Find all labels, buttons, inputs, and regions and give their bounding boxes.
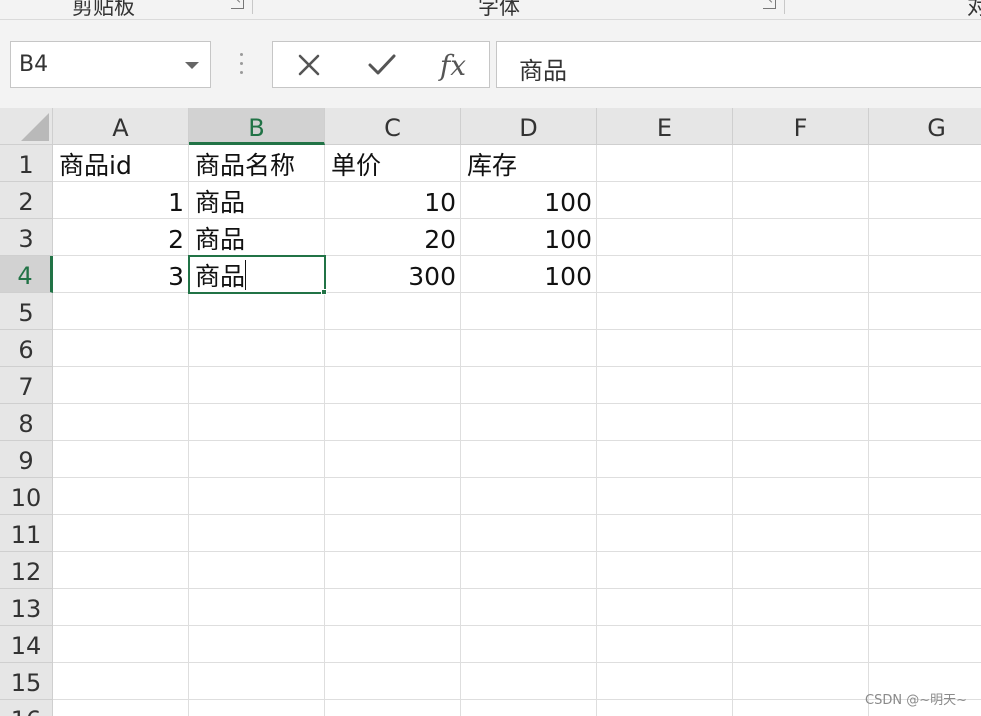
cell-value: 20 [424, 225, 456, 254]
cell-value: 10 [424, 188, 456, 217]
drag-handle-icon[interactable] [240, 53, 244, 77]
select-all-button[interactable] [0, 108, 53, 145]
formula-bar-area: B4 fx 商品 [0, 20, 981, 108]
row-header-15[interactable]: 15 [0, 663, 53, 700]
clipboard-dialog-launcher-icon[interactable] [231, 0, 244, 9]
row-header-10[interactable]: 10 [0, 478, 53, 515]
cell-a4[interactable]: 3 [53, 256, 189, 293]
column-header-b[interactable]: B [189, 108, 325, 145]
function-icon: fx [439, 48, 467, 82]
gridline-horizontal [53, 662, 981, 663]
gridline-horizontal [53, 699, 981, 700]
row-header-14[interactable]: 14 [0, 626, 53, 663]
cell-b1[interactable]: 商品名称 [189, 145, 325, 182]
cell-a1[interactable]: 商品id [53, 145, 189, 182]
column-header-a[interactable]: A [53, 108, 189, 145]
row-header-5[interactable]: 5 [0, 293, 53, 330]
ribbon-group-alignment: 对 [967, 0, 981, 19]
check-icon [368, 54, 396, 75]
gridline-horizontal [53, 514, 981, 515]
gridline-horizontal [53, 588, 981, 589]
cell-value: 库存 [467, 151, 518, 180]
cell-c2[interactable]: 10 [325, 182, 461, 219]
name-box[interactable]: B4 [10, 41, 211, 88]
row-header-1[interactable]: 1 [0, 145, 53, 182]
ribbon-group-labels: 剪贴板 字体 对 [0, 0, 981, 20]
gridline-horizontal [53, 366, 981, 367]
cell-value: 100 [544, 188, 592, 217]
cell-value: 100 [544, 262, 592, 291]
font-dialog-launcher-icon[interactable] [763, 0, 776, 9]
row-header-16[interactable]: 16 [0, 700, 53, 716]
column-header-d[interactable]: D [461, 108, 597, 145]
name-box-value: B4 [19, 52, 49, 77]
row-header-8[interactable]: 8 [0, 404, 53, 441]
row-header-13[interactable]: 13 [0, 589, 53, 626]
column-header-g[interactable]: G [869, 108, 981, 145]
insert-function-button[interactable]: fx [433, 48, 473, 82]
gridline-horizontal [53, 625, 981, 626]
active-cell-border [188, 255, 326, 294]
cell-value: 2 [168, 225, 184, 254]
row-header-3[interactable]: 3 [0, 219, 53, 256]
ribbon-separator [252, 0, 253, 14]
ribbon-separator [784, 0, 785, 14]
cell-value: 商品名称 [195, 151, 296, 180]
row-header-4[interactable]: 4 [0, 256, 53, 293]
cell-value: 3 [168, 262, 184, 291]
row-header-7[interactable]: 7 [0, 367, 53, 404]
column-header-c[interactable]: C [325, 108, 461, 145]
row-header-6[interactable]: 6 [0, 330, 53, 367]
cell-value: 商品 [195, 225, 246, 254]
cell-b2[interactable]: 商品 [189, 182, 325, 219]
cell-a3[interactable]: 2 [53, 219, 189, 256]
row-header-9[interactable]: 9 [0, 441, 53, 478]
gridline-horizontal [53, 551, 981, 552]
watermark: CSDN @~明天~ [865, 693, 967, 708]
row-header-11[interactable]: 11 [0, 515, 53, 552]
enter-button[interactable] [362, 48, 402, 82]
gridline-vertical [732, 145, 733, 716]
row-header-12[interactable]: 12 [0, 552, 53, 589]
ribbon-group-clipboard: 剪贴板 [72, 0, 135, 19]
column-header-e[interactable]: E [597, 108, 733, 145]
cell-c4[interactable]: 300 [325, 256, 461, 293]
gridline-vertical [868, 145, 869, 716]
cell-c1[interactable]: 单价 [325, 145, 461, 182]
column-header-f[interactable]: F [733, 108, 869, 145]
cell-value: 单价 [331, 151, 382, 180]
gridline-horizontal [53, 477, 981, 478]
ribbon-group-font: 字体 [478, 0, 520, 19]
cell-value: 1 [168, 188, 184, 217]
cell-value: 100 [544, 225, 592, 254]
gridline-horizontal [53, 403, 981, 404]
cell-c3[interactable]: 20 [325, 219, 461, 256]
gridline-horizontal [53, 440, 981, 441]
row-header-2[interactable]: 2 [0, 182, 53, 219]
fill-handle[interactable] [321, 289, 327, 295]
formula-input[interactable]: 商品 [496, 41, 981, 88]
cell-b3[interactable]: 商品 [189, 219, 325, 256]
cell-d3[interactable]: 100 [461, 219, 597, 256]
cell-d1[interactable]: 库存 [461, 145, 597, 182]
cell-value: 商品id [59, 151, 132, 180]
close-icon [298, 54, 320, 76]
chevron-down-icon[interactable] [185, 62, 199, 69]
gridline-horizontal [53, 329, 981, 330]
cancel-button[interactable] [289, 48, 329, 82]
cell-d2[interactable]: 100 [461, 182, 597, 219]
formula-input-value: 商品 [519, 57, 567, 85]
cell-value: 商品 [195, 188, 246, 217]
cell-a2[interactable]: 1 [53, 182, 189, 219]
cell-d4[interactable]: 100 [461, 256, 597, 293]
spreadsheet-grid[interactable]: ABCDEFG12345678910111213141516商品id商品名称单价… [0, 108, 981, 716]
cell-value: 300 [408, 262, 456, 291]
formula-buttons: fx [272, 41, 490, 88]
